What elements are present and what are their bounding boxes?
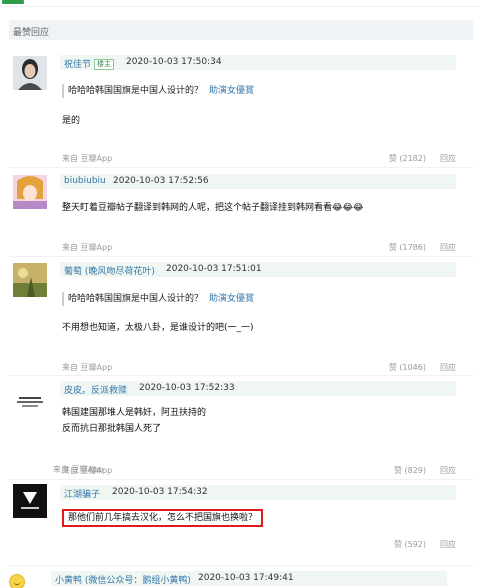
like-button[interactable]: 赞 (592)	[394, 539, 426, 550]
comment-footer: 来自 豆瓣App 赞 (1046) 回应	[62, 362, 456, 374]
comment-text: 是的	[62, 113, 80, 129]
divider	[9, 256, 473, 257]
reply-button[interactable]: 回应	[440, 539, 456, 550]
comment-text-highlighted: 那他们前几年搞去汉化，怎么不把国旗也换啦？	[62, 509, 264, 527]
section-title: 最赞回应	[13, 28, 50, 38]
comment-item: 江湖骗子 2020-10-03 17:54:32 那他们前几年搞去汉化，怎么不把…	[9, 481, 473, 557]
comment-meta: 葡萄 (晚风吻尽荷花叶) 2020-10-03 17:51:01	[60, 262, 456, 277]
comment-meta: 皮皮。反派救赎 2020-10-03 17:52:33	[60, 381, 456, 396]
comment-meta: 小黄鸭 (微信公众号：鹅组小黄鸭) 2020-10-03 17:49:41	[51, 571, 447, 586]
top-accent	[2, 0, 24, 4]
comment-line: 反而抗日那批韩国人死了	[62, 424, 162, 434]
duck-avatar-icon[interactable]	[9, 574, 25, 588]
op-badge: 楼主	[94, 59, 115, 70]
quote-author-link[interactable]: 助演女優賞	[209, 86, 254, 96]
timestamp: 2020-10-03 17:51:01	[166, 264, 262, 274]
avatar[interactable]	[13, 56, 47, 90]
username[interactable]: 皮皮。反派救赎	[64, 383, 127, 396]
comment-line: 韩国建国那堆人是韩奸，阿丑扶持的	[62, 408, 207, 418]
comment-item: 葡萄 (晚风吻尽荷花叶) 2020-10-03 17:51:01 哈哈哈韩国国旗…	[9, 258, 473, 373]
username[interactable]: biubiubiu	[64, 176, 106, 186]
timestamp: 2020-10-03 17:52:56	[113, 176, 209, 186]
comment-5-source-row: 来自 豆瓣App	[53, 464, 447, 476]
source-label: 来自 豆瓣App	[62, 363, 113, 372]
avatar[interactable]	[13, 263, 47, 297]
username-link[interactable]: 祝佳节 楼主	[64, 57, 115, 70]
comment-item: 祝佳节 楼主 2020-10-03 17:50:34 哈哈哈韩国国旗是中国人设计的…	[9, 50, 473, 165]
section-header: 最赞回应	[9, 20, 473, 40]
top-bar	[0, 0, 480, 8]
username[interactable]: 葡萄 (晚风吻尽荷花叶)	[64, 264, 155, 277]
comment-line: 整天盯着豆瓣帖子翻译到韩网的人呢，把这个帖子翻译挂到韩网看看😂😂😂	[62, 203, 364, 213]
username[interactable]: 祝佳节	[64, 60, 91, 70]
reply-button[interactable]: 回应	[440, 242, 456, 253]
reply-button[interactable]: 回应	[440, 153, 456, 164]
reply-button[interactable]: 回应	[440, 362, 456, 373]
like-button[interactable]: 赞 (1046)	[389, 362, 426, 373]
comment-item-partial: 小黄鸭 (微信公众号：鹅组小黄鸭) 2020-10-03 17:49:41	[0, 570, 480, 588]
comment-footer: 来自 豆瓣App 赞 (2182) 回应	[62, 153, 456, 165]
comment-text: 韩国建国那堆人是韩奸，阿丑扶持的 反而抗日那批韩国人死了	[62, 405, 206, 437]
avatar[interactable]	[13, 383, 47, 417]
timestamp: 2020-10-03 17:50:34	[126, 57, 222, 67]
quote-author-link[interactable]: 助演女優賞	[209, 294, 254, 304]
comment-footer: 来自 豆瓣App 赞 (1786) 回应	[62, 242, 456, 254]
username[interactable]: 小黄鸭 (微信公众号：鹅组小黄鸭)	[55, 573, 191, 586]
divider	[9, 565, 473, 566]
comment-text: 不用想也知道，太极八卦，是谁设计的吧(一_一)	[62, 320, 254, 336]
comment-meta: 祝佳节 楼主 2020-10-03 17:50:34	[60, 55, 456, 70]
quote-text: 哈哈哈韩国国旗是中国人设计的？	[68, 86, 204, 96]
top-divider	[0, 6, 480, 7]
comment-meta: biubiubiu 2020-10-03 17:52:56	[60, 174, 456, 189]
like-button[interactable]: 赞 (1786)	[389, 242, 426, 253]
comment-line: 不用想也知道，太极八卦，是谁设计的吧(一_一)	[62, 323, 254, 333]
timestamp: 2020-10-03 17:52:33	[139, 383, 235, 393]
comment-meta: 江湖骗子 2020-10-03 17:54:32	[60, 485, 456, 500]
quote-text: 哈哈哈韩国国旗是中国人设计的？	[68, 294, 204, 304]
comment-item: 皮皮。反派救赎 2020-10-03 17:52:33 韩国建国那堆人是韩奸，阿…	[9, 377, 473, 477]
comment-line: 那他们前几年搞去汉化，怎么不把国旗也换啦？	[68, 513, 258, 523]
username[interactable]: 江湖骗子	[64, 487, 100, 500]
source-label: 来自 豆瓣App	[53, 465, 104, 474]
source-label: 来自 豆瓣App	[62, 154, 113, 163]
timestamp: 2020-10-03 17:54:32	[112, 487, 208, 497]
source-label: 来自 豆瓣App	[62, 243, 113, 252]
comment-text: 整天盯着豆瓣帖子翻译到韩网的人呢，把这个帖子翻译挂到韩网看看😂😂😂	[62, 200, 364, 216]
comment-footer: 来自 豆瓣App 赞 (592) 回应	[62, 539, 456, 551]
comment-line: 是的	[62, 116, 81, 126]
like-button[interactable]: 赞 (2182)	[389, 153, 426, 164]
avatar[interactable]	[13, 484, 47, 518]
timestamp: 2020-10-03 17:49:41	[198, 573, 294, 583]
comment-item: biubiubiu 2020-10-03 17:52:56 整天盯着豆瓣帖子翻译…	[9, 170, 473, 254]
quoted-reply: 哈哈哈韩国国旗是中国人设计的？ 助演女優賞	[62, 292, 254, 306]
divider	[9, 479, 473, 480]
divider	[9, 167, 473, 168]
avatar[interactable]	[13, 175, 47, 209]
quoted-reply: 哈哈哈韩国国旗是中国人设计的？ 助演女優賞	[62, 84, 254, 98]
divider	[9, 375, 473, 376]
